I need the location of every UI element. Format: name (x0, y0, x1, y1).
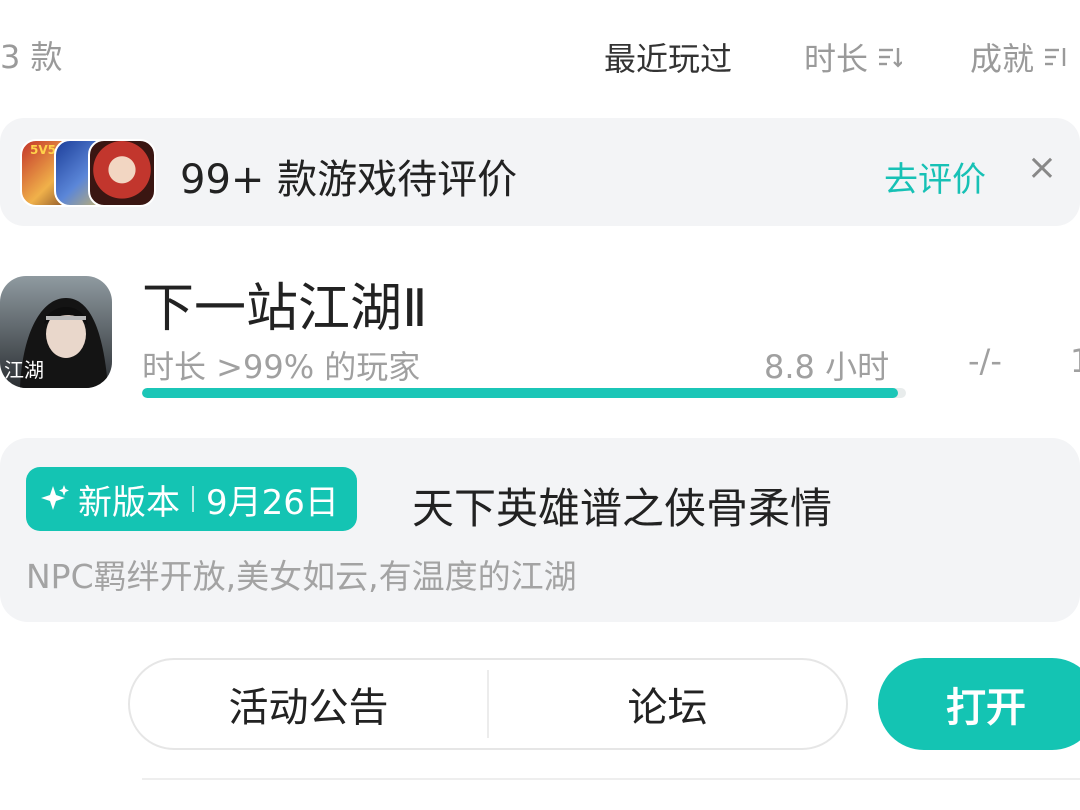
version-description: NPC羁绊开放,美女如云,有温度的江湖 (26, 557, 577, 596)
sort-order-icon (879, 48, 903, 68)
badge-label: 新版本 (78, 482, 180, 523)
forum-button[interactable]: 论坛 (489, 660, 846, 748)
sort-label-duration: 时长 (804, 40, 869, 78)
badge-divider (192, 486, 194, 512)
game-icon-text: 江湖 (4, 358, 44, 382)
version-title: 天下英雄谱之侠骨柔情 (412, 484, 833, 533)
close-icon[interactable]: × (1024, 148, 1060, 188)
play-hours: 8.8 小时 (764, 348, 890, 386)
game-icon[interactable]: 江湖 (0, 276, 112, 388)
open-button[interactable]: 打开 (878, 658, 1080, 750)
pending-review-text: 99+ 款游戏待评价 (180, 157, 518, 203)
sort-achievement[interactable]: 成就 (970, 34, 1068, 80)
sort-label-recent: 最近玩过 (604, 40, 733, 78)
game-title[interactable]: 下一站江湖Ⅱ (142, 266, 428, 341)
action-segment: 活动公告 论坛 (128, 658, 848, 750)
game-thumbnail (88, 139, 156, 207)
sort-duration[interactable]: 时长 (804, 34, 903, 80)
badge-date: 9月26日 (206, 482, 339, 523)
playtime-progress-fill (142, 388, 899, 398)
sparkle-icon (41, 485, 69, 510)
pending-games-thumbnails: 5V5 (20, 139, 160, 207)
play-rank-text: 时长 >99% 的玩家 (142, 348, 421, 386)
announcement-button[interactable]: 活动公告 (130, 660, 487, 748)
new-version-badge: 新版本 9月26日 (26, 467, 357, 531)
game-count: 3 款 (0, 38, 63, 76)
playtime-progress (142, 388, 906, 398)
achievements-value: -/- (968, 342, 1002, 380)
go-review-link[interactable]: 去评价 (884, 152, 986, 201)
achievements-cut-value: 1 (1070, 342, 1080, 380)
list-divider (142, 778, 1080, 780)
thumbnail-badge: 5V5 (30, 143, 56, 157)
sort-recent-played[interactable]: 最近玩过 (604, 34, 732, 80)
sort-order-icon (1045, 48, 1066, 66)
sort-label-achievement: 成就 (970, 40, 1035, 78)
